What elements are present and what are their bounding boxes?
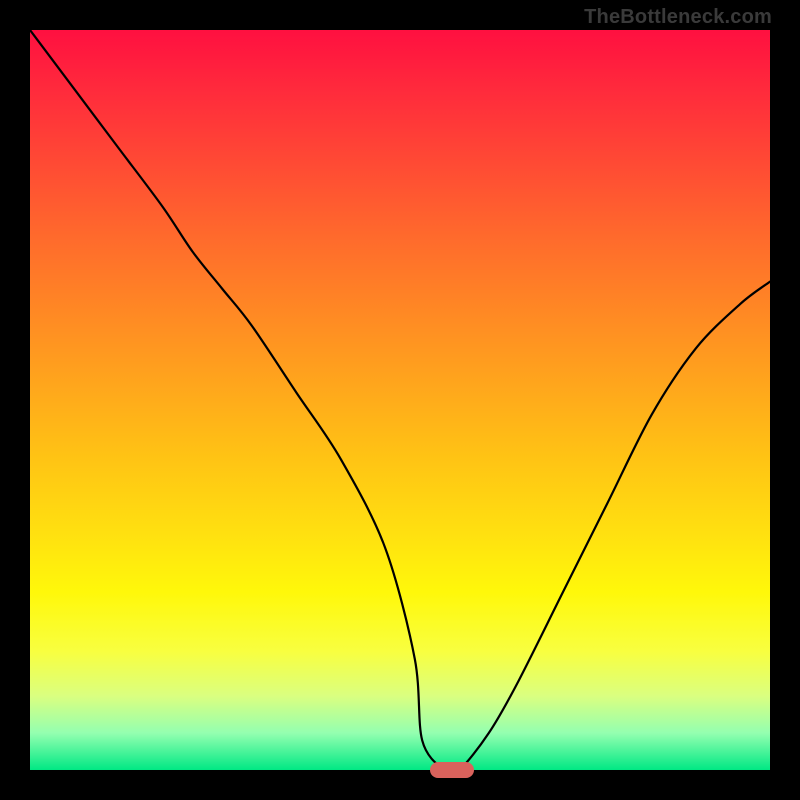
optimal-point-marker bbox=[430, 762, 474, 778]
chart-frame: TheBottleneck.com bbox=[0, 0, 800, 800]
curve-overlay bbox=[30, 30, 770, 770]
bottleneck-curve-line bbox=[30, 30, 770, 770]
plot-area bbox=[30, 30, 770, 770]
watermark-text: TheBottleneck.com bbox=[584, 6, 772, 29]
